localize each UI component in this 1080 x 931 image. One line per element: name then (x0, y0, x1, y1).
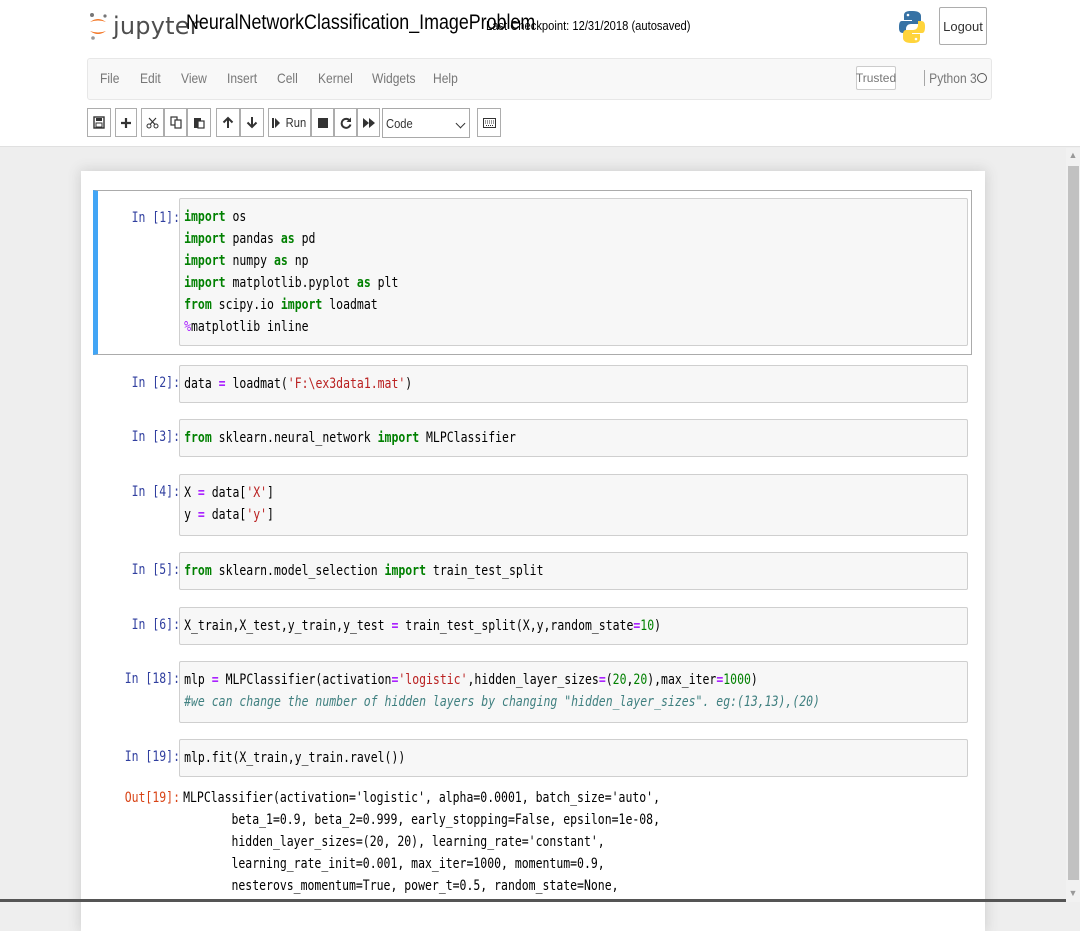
scroll-up-icon[interactable]: ▲ (1066, 148, 1080, 162)
menu-edit[interactable]: Edit (140, 70, 161, 86)
menu-insert[interactable]: Insert (227, 70, 257, 86)
code-editor[interactable]: data = loadmat('F:\ex3data1.mat') (179, 365, 968, 403)
code-editor[interactable]: import os import pandas as pd import num… (179, 198, 968, 346)
code-cell-6[interactable]: In [6]: X_train,X_test,y_train,y_test = … (93, 607, 972, 647)
run-label: Run (285, 115, 306, 130)
code-text[interactable]: mlp.fit(X_train,y_train.ravel()) (180, 740, 825, 769)
trusted-indicator[interactable]: Trusted (856, 66, 896, 90)
jupyter-logo[interactable]: jupyter (88, 8, 200, 44)
fast-forward-icon (362, 117, 375, 128)
input-prompt: In [18]: (124, 671, 180, 687)
menu-cell[interactable]: Cell (277, 70, 298, 86)
jupyter-logo-icon (88, 11, 108, 41)
interrupt-kernel-button[interactable] (311, 108, 334, 137)
input-prompt: In [19]: (124, 749, 180, 765)
menu-widgets[interactable]: Widgets (372, 70, 415, 86)
code-cell-4[interactable]: In [4]: X = data['X'] y = data['y'] (93, 474, 972, 536)
restart-icon (340, 117, 351, 129)
notebook-title[interactable]: NeuralNetworkClassification_ImageProblem (186, 11, 535, 35)
code-text[interactable]: data = loadmat('F:\ex3data1.mat') (180, 366, 825, 395)
code-cell-2[interactable]: In [2]: data = loadmat('F:\ex3data1.mat'… (93, 365, 972, 405)
code-text[interactable]: X_train,X_test,y_train,y_test = train_te… (180, 608, 825, 637)
code-editor[interactable]: from sklearn.neural_network import MLPCl… (179, 419, 968, 457)
scroll-down-icon[interactable]: ▼ (1066, 886, 1080, 900)
copy-icon (169, 116, 182, 129)
input-prompt: In [1]: (131, 210, 180, 226)
step-forward-icon (271, 117, 280, 128)
input-prompt: In [2]: (131, 375, 180, 391)
notebook-container: In [1]: import os import pandas as pd im… (81, 171, 985, 931)
plus-icon (121, 117, 131, 128)
python-logo-icon (899, 10, 925, 44)
move-up-button[interactable] (216, 108, 240, 137)
code-text[interactable]: mlp = MLPClassifier(activation='logistic… (180, 662, 825, 713)
arrow-down-icon (246, 117, 258, 129)
save-button[interactable] (87, 108, 111, 137)
menu-view[interactable]: View (181, 70, 207, 86)
restart-kernel-button[interactable] (334, 108, 357, 137)
code-editor[interactable]: from sklearn.model_selection import trai… (179, 552, 968, 590)
notebook-header: jupyter NeuralNetworkClassification_Imag… (0, 0, 1080, 147)
paste-button[interactable] (187, 108, 211, 137)
code-editor[interactable]: X_train,X_test,y_train,y_test = train_te… (179, 607, 968, 645)
paste-icon (194, 118, 205, 129)
restart-run-all-button[interactable] (357, 108, 380, 137)
vertical-scrollbar[interactable]: ▲ ▼ (1066, 148, 1080, 902)
input-prompt: In [3]: (131, 429, 180, 445)
cell-type-value: Code (386, 116, 413, 131)
save-icon (93, 116, 105, 129)
menu-file[interactable]: File (100, 70, 119, 86)
notebook-area[interactable]: In [1]: import os import pandas as pd im… (0, 148, 1066, 931)
logout-button[interactable]: Logout (939, 7, 987, 45)
checkpoint-status: Last Checkpoint: 12/31/2018 (autosaved) (486, 18, 691, 33)
menu-help[interactable]: Help (433, 70, 458, 86)
input-prompt: In [5]: (131, 562, 180, 578)
stop-icon (317, 117, 328, 128)
move-down-button[interactable] (240, 108, 264, 137)
keyboard-icon (482, 117, 496, 128)
code-editor[interactable]: X = data['X'] y = data['y'] (179, 474, 968, 536)
input-prompt: In [4]: (131, 484, 180, 500)
code-cell-19[interactable]: In [19]: mlp.fit(X_train,y_train.ravel()… (93, 739, 972, 779)
input-prompt: In [6]: (131, 617, 180, 633)
code-editor[interactable]: mlp.fit(X_train,y_train.ravel()) (179, 739, 968, 777)
cut-button[interactable] (141, 108, 164, 137)
cell-type-select[interactable]: Code (382, 108, 470, 138)
code-cell-3[interactable]: In [3]: from sklearn.neural_network impo… (93, 419, 972, 459)
insert-cell-button[interactable] (115, 108, 137, 137)
scissors-icon (146, 117, 159, 128)
command-palette-button[interactable] (477, 108, 501, 137)
chevron-down-icon (455, 118, 466, 129)
copy-button[interactable] (164, 108, 187, 137)
code-cell-1[interactable]: In [1]: import os import pandas as pd im… (93, 190, 972, 355)
run-button[interactable]: Run (268, 108, 311, 137)
kernel-name[interactable]: Python 3 (924, 70, 977, 86)
menu-kernel[interactable]: Kernel (318, 70, 353, 86)
scrollbar-thumb[interactable] (1068, 166, 1079, 880)
kernel-idle-icon (977, 73, 987, 83)
output-prompt: Out[19]: (124, 790, 180, 806)
code-editor[interactable]: mlp = MLPClassifier(activation='logistic… (179, 661, 968, 723)
output-cell-19: Out[19]: MLPClassifier(activation='logis… (93, 787, 972, 907)
code-text[interactable]: import os import pandas as pd import num… (180, 199, 825, 338)
code-text[interactable]: from sklearn.model_selection import trai… (180, 553, 825, 582)
code-text[interactable]: X = data['X'] y = data['y'] (180, 475, 825, 526)
code-text[interactable]: from sklearn.neural_network import MLPCl… (180, 420, 825, 449)
code-cell-18[interactable]: In [18]: mlp = MLPClassifier(activation=… (93, 661, 972, 723)
output-text: MLPClassifier(activation='logistic', alp… (183, 790, 661, 894)
arrow-up-icon (222, 116, 234, 128)
code-cell-5[interactable]: In [5]: from sklearn.model_selection imp… (93, 552, 972, 592)
